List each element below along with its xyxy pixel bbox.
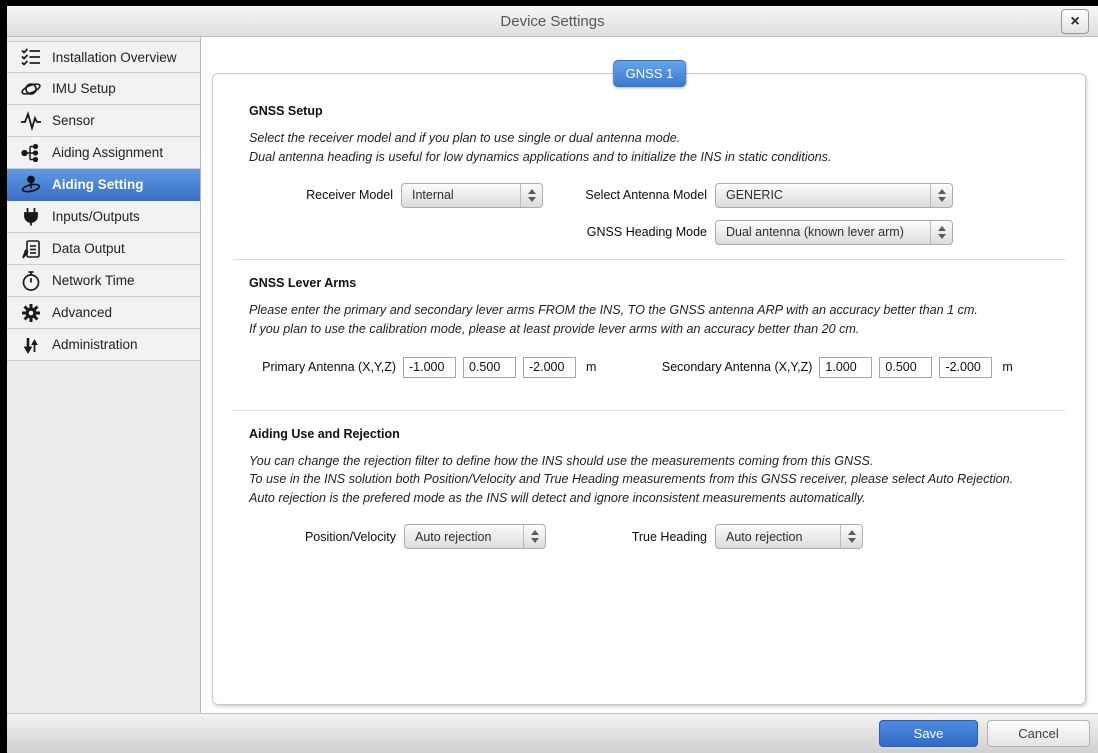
true-heading-value: Auto rejection bbox=[716, 530, 840, 544]
section-description-line: Dual antenna heading is useful for low d… bbox=[249, 148, 1065, 167]
checklist-icon bbox=[18, 46, 44, 68]
sidebar-item-aiding-assignment[interactable]: Aiding Assignment bbox=[7, 137, 200, 169]
section-description-line: Auto rejection is the prefered mode as t… bbox=[249, 489, 1065, 508]
antenna-model-value: GENERIC bbox=[716, 188, 930, 202]
waveform-icon bbox=[18, 110, 44, 132]
save-button[interactable]: Save bbox=[879, 720, 978, 747]
section-heading: Aiding Use and Rejection bbox=[249, 427, 1065, 441]
spinner-arrows-icon bbox=[520, 184, 542, 207]
sidebar-item-data-output[interactable]: Data Output bbox=[7, 233, 200, 265]
sidebar-item-advanced[interactable]: Advanced bbox=[7, 297, 200, 329]
sidebar-item-administration[interactable]: Administration bbox=[7, 329, 200, 361]
gear-icon bbox=[18, 302, 44, 324]
main-area: GNSS 1 GNSS Setup Select the receiver mo… bbox=[201, 37, 1098, 713]
section-description-line: Please enter the primary and secondary l… bbox=[249, 301, 1065, 320]
section-gnss-setup: GNSS Setup Select the receiver model and… bbox=[233, 74, 1065, 259]
sidebar-item-sensor[interactable]: Sensor bbox=[7, 105, 200, 137]
sidebar-item-label: Aiding Setting bbox=[52, 177, 144, 192]
tab-gnss-1[interactable]: GNSS 1 bbox=[613, 60, 687, 87]
sidebar-item-label: IMU Setup bbox=[52, 81, 116, 96]
sidebar-item-label: Installation Overview bbox=[52, 50, 177, 65]
cancel-button[interactable]: Cancel bbox=[987, 720, 1090, 747]
section-description-line: Select the receiver model and if you pla… bbox=[249, 129, 1065, 148]
spinner-arrows-icon bbox=[930, 221, 952, 244]
true-heading-select[interactable]: Auto rejection bbox=[715, 524, 863, 549]
close-button[interactable]: × bbox=[1061, 9, 1089, 34]
primary-antenna-unit: m bbox=[586, 360, 596, 374]
sidebar-item-inputs-outputs[interactable]: Inputs/Outputs bbox=[7, 201, 200, 233]
document-edit-icon bbox=[18, 238, 44, 260]
sidebar-item-aiding-setting[interactable]: Aiding Setting bbox=[7, 169, 200, 201]
heading-mode-value: Dual antenna (known lever arm) bbox=[716, 225, 930, 239]
dialog-title: Device Settings bbox=[500, 13, 604, 30]
antenna-model-label: Select Antenna Model bbox=[543, 188, 707, 202]
footer-bar: Save Cancel bbox=[7, 713, 1098, 753]
position-velocity-value: Auto rejection bbox=[405, 530, 523, 544]
section-description-line: You can change the rejection filter to d… bbox=[249, 452, 1065, 471]
primary-antenna-x-input[interactable] bbox=[403, 357, 456, 378]
dialog-body: Installation Overview IMU Setup Sen bbox=[7, 37, 1098, 713]
primary-antenna-z-input[interactable] bbox=[523, 357, 576, 378]
pin-orbit-icon bbox=[18, 174, 44, 196]
sidebar-item-imu-setup[interactable]: IMU Setup bbox=[7, 73, 200, 105]
stopwatch-icon bbox=[18, 270, 44, 292]
sidebar-item-label: Sensor bbox=[52, 113, 95, 128]
section-heading: GNSS Lever Arms bbox=[249, 276, 1065, 290]
antenna-model-select[interactable]: GENERIC bbox=[715, 183, 953, 208]
receiver-model-select[interactable]: Internal bbox=[401, 183, 543, 208]
sidebar-item-label: Aiding Assignment bbox=[52, 145, 163, 160]
sidebar-item-label: Administration bbox=[52, 337, 138, 352]
secondary-antenna-label: Secondary Antenna (X,Y,Z) bbox=[596, 360, 812, 374]
secondary-antenna-x-input[interactable] bbox=[819, 357, 872, 378]
section-heading: GNSS Setup bbox=[249, 104, 1065, 118]
true-heading-label: True Heading bbox=[546, 530, 707, 544]
receiver-model-value: Internal bbox=[402, 188, 520, 202]
sidebar-item-label: Inputs/Outputs bbox=[52, 209, 140, 224]
secondary-antenna-z-input[interactable] bbox=[939, 357, 992, 378]
secondary-antenna-y-input[interactable] bbox=[879, 357, 932, 378]
node-tree-icon bbox=[18, 142, 44, 164]
spinner-arrows-icon bbox=[930, 184, 952, 207]
transfer-arrows-icon bbox=[18, 334, 44, 356]
section-lever-arms: GNSS Lever Arms Please enter the primary… bbox=[233, 259, 1065, 410]
gyroscope-icon bbox=[18, 78, 44, 100]
sidebar-item-installation-overview[interactable]: Installation Overview bbox=[7, 41, 200, 73]
sidebar: Installation Overview IMU Setup Sen bbox=[7, 37, 201, 713]
section-description-line: If you plan to use the calibration mode,… bbox=[249, 320, 1065, 339]
close-icon: × bbox=[1070, 14, 1079, 30]
plug-icon bbox=[18, 206, 44, 228]
position-velocity-select[interactable]: Auto rejection bbox=[404, 524, 546, 549]
primary-antenna-y-input[interactable] bbox=[463, 357, 516, 378]
spinner-arrows-icon bbox=[523, 525, 545, 548]
device-settings-dialog: Device Settings × Installation Overview bbox=[7, 6, 1098, 753]
sidebar-item-label: Data Output bbox=[52, 241, 125, 256]
sidebar-item-label: Network Time bbox=[52, 273, 135, 288]
heading-mode-select[interactable]: Dual antenna (known lever arm) bbox=[715, 220, 953, 245]
tab-label: GNSS 1 bbox=[626, 66, 674, 81]
position-velocity-label: Position/Velocity bbox=[249, 530, 396, 544]
gnss1-panel: GNSS Setup Select the receiver model and… bbox=[212, 73, 1086, 705]
primary-antenna-label: Primary Antenna (X,Y,Z) bbox=[249, 360, 396, 374]
titlebar: Device Settings × bbox=[7, 6, 1098, 37]
section-description-line: To use in the INS solution both Position… bbox=[249, 470, 1065, 489]
section-rejection: Aiding Use and Rejection You can change … bbox=[233, 410, 1065, 564]
receiver-model-label: Receiver Model bbox=[249, 188, 393, 202]
sidebar-item-network-time[interactable]: Network Time bbox=[7, 265, 200, 297]
sidebar-item-label: Advanced bbox=[52, 305, 112, 320]
heading-mode-label: GNSS Heading Mode bbox=[543, 225, 707, 239]
spinner-arrows-icon bbox=[840, 525, 862, 548]
secondary-antenna-unit: m bbox=[1002, 360, 1012, 374]
